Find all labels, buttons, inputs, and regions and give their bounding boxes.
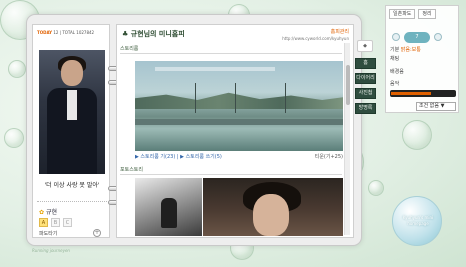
homepage-url[interactable]: http://www.cyworld.com/kyuhyun <box>282 36 349 41</box>
section-title: 스토리룸 <box>120 46 139 52</box>
profile-panel: TODAY 12 | TOTAL 1027842 '더 이상 사랑 못 말아' … <box>32 24 110 238</box>
widget-tab[interactable]: 일촌파도 <box>389 9 416 19</box>
music-player-bar[interactable] <box>390 90 456 97</box>
section-title: 포토스토리 <box>120 167 144 173</box>
divider <box>37 201 107 202</box>
scrollbar[interactable] <box>344 43 350 235</box>
profile-caption: '더 이상 사랑 못 말아' <box>44 182 100 189</box>
scrollbar-thumb[interactable] <box>346 65 350 105</box>
progress-fill <box>391 92 431 95</box>
photo-thumbnail[interactable] <box>135 178 202 236</box>
owner-name[interactable]: ✿ 규현 <box>39 207 57 216</box>
story-photo[interactable] <box>135 61 343 151</box>
logo-text: Kyuhyun's mini homepage <box>402 215 434 226</box>
side-widget: 일촌파도 정리 7 기분 맑음:보통 채팅 배경음 음악 조건 없음 ▼ <box>385 5 459 113</box>
story-links[interactable]: ▶ 스토리룸 기(23) | ▶ 스토리룸 쓰기(5) 티운(기+25) <box>135 153 343 160</box>
bubble-decoration <box>8 60 26 78</box>
edit-link[interactable]: 홈피관리 <box>331 28 349 35</box>
story-count: 티운(기+25) <box>314 154 343 160</box>
tab-photo[interactable]: 사진첩 <box>355 88 376 99</box>
main-panel: ♣ 규현님의 미니홈피 홈피관리 http://www.cyworld.com/… <box>116 24 354 238</box>
chat-row[interactable]: 채팅 <box>390 55 399 62</box>
friends-label: 파도타기 <box>39 231 58 237</box>
bubble-decoration <box>4 128 24 148</box>
profile-photo[interactable] <box>39 50 105 174</box>
footer-text: Running journeyen <box>32 248 70 253</box>
circle-icon <box>434 33 442 41</box>
divider <box>120 174 342 175</box>
circle-icon <box>392 33 400 41</box>
nav-home-icon[interactable]: ◆ <box>357 40 373 52</box>
tab-home[interactable]: 홈 <box>355 58 376 69</box>
star-icon: ✿ <box>39 209 45 216</box>
emblem-icon[interactable]: C <box>63 218 72 227</box>
profile-icons: A B C <box>39 218 72 227</box>
widget-tab[interactable]: 정리 <box>418 9 436 19</box>
tab-diary[interactable]: 다이어리 <box>355 73 376 84</box>
photo-thumbnail[interactable] <box>203 178 343 236</box>
visitor-counter: TODAY 12 | TOTAL 1027842 <box>37 30 95 35</box>
emblem-icon[interactable]: B <box>51 218 60 227</box>
bgm-row[interactable]: 배경음 <box>390 68 404 75</box>
page-title: ♣ 규현님의 미니홈피 <box>122 30 185 38</box>
music-row: 음악 <box>390 81 400 87</box>
story-links-text[interactable]: ▶ 스토리룸 기(23) | ▶ 스토리룸 쓰기(5) <box>135 154 222 160</box>
logo-bubble: Kyuhyun's mini homepage <box>392 196 442 246</box>
bubble-decoration <box>402 120 432 150</box>
friends-button[interactable]: + <box>93 229 101 237</box>
emblem-icon[interactable]: A <box>39 218 48 227</box>
bgm-select[interactable]: 조건 없음 ▼ <box>416 102 456 111</box>
tab-guestbook[interactable]: 방명록 <box>355 103 376 114</box>
status-pill[interactable]: 7 <box>404 32 430 43</box>
mood-row: 기분 맑음:보통 <box>390 47 421 53</box>
bubble-decoration <box>368 180 384 196</box>
divider <box>120 53 342 54</box>
